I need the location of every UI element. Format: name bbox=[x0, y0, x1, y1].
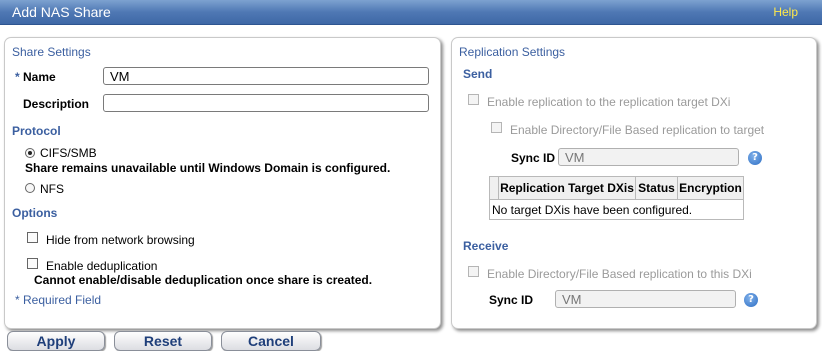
send-dir-file-checkbox[interactable] bbox=[491, 122, 502, 133]
table-empty-message: No target DXis have been configured. bbox=[492, 203, 693, 217]
column-header-encryption: Encryption bbox=[677, 177, 743, 199]
dedup-note: Cannot enable/disable deduplication once… bbox=[34, 273, 373, 287]
name-label: * Name bbox=[15, 70, 56, 84]
receive-sync-id-input[interactable] bbox=[555, 290, 736, 308]
receive-dir-file-checkbox[interactable] bbox=[468, 266, 479, 277]
dedup-label: Enable deduplication bbox=[46, 259, 158, 273]
send-heading: Send bbox=[463, 67, 493, 81]
send-dir-file-label: Enable Directory/File Based replication … bbox=[510, 123, 765, 137]
required-field-note: * Required Field bbox=[15, 293, 102, 307]
protocol-heading: Protocol bbox=[12, 124, 61, 138]
reset-button[interactable]: Reset bbox=[114, 331, 212, 351]
receive-heading: Receive bbox=[463, 239, 509, 253]
share-settings-title: Share Settings bbox=[12, 45, 91, 59]
receive-dir-file-label: Enable Directory/File Based replication … bbox=[487, 267, 752, 281]
help-question-icon[interactable]: ? bbox=[744, 293, 758, 307]
help-question-icon[interactable]: ? bbox=[748, 151, 762, 165]
hide-browsing-label: Hide from network browsing bbox=[46, 233, 195, 247]
replication-targets-table: Replication Target DXis Status Encryptio… bbox=[489, 176, 744, 220]
table-header: Replication Target DXis Status Encryptio… bbox=[490, 177, 743, 200]
enable-replication-label: Enable replication to the replication ta… bbox=[487, 95, 731, 109]
hide-browsing-checkbox[interactable] bbox=[27, 232, 38, 243]
cifs-domain-note: Share remains unavailable until Windows … bbox=[25, 161, 391, 175]
send-sync-id-label: Sync ID bbox=[511, 151, 556, 165]
apply-button[interactable]: Apply bbox=[7, 331, 105, 351]
replication-settings-panel: Replication Settings Send Enable replica… bbox=[451, 37, 817, 329]
send-sync-id-input[interactable] bbox=[558, 148, 739, 166]
description-input[interactable] bbox=[103, 94, 429, 112]
required-mark: * bbox=[15, 70, 20, 84]
window-title: Add NAS Share bbox=[12, 4, 111, 20]
help-link[interactable]: Help bbox=[773, 5, 798, 19]
replication-settings-title: Replication Settings bbox=[459, 45, 566, 59]
cancel-button[interactable]: Cancel bbox=[221, 331, 321, 351]
nfs-radio[interactable] bbox=[25, 183, 35, 193]
description-label: Description bbox=[23, 97, 90, 111]
receive-sync-id-label: Sync ID bbox=[489, 293, 534, 307]
cifs-smb-radio[interactable] bbox=[25, 148, 35, 158]
nfs-label: NFS bbox=[40, 182, 64, 196]
window-titlebar: Add NAS Share Help bbox=[0, 0, 822, 25]
name-input[interactable] bbox=[103, 67, 429, 85]
enable-replication-checkbox[interactable] bbox=[468, 94, 479, 105]
table-header-spacer bbox=[490, 177, 498, 199]
options-heading: Options bbox=[12, 206, 58, 220]
column-header-target: Replication Target DXis bbox=[498, 177, 635, 199]
dedup-checkbox[interactable] bbox=[27, 258, 38, 269]
name-label-text: Name bbox=[23, 70, 56, 84]
cifs-smb-label: CIFS/SMB bbox=[40, 146, 97, 160]
column-header-status: Status bbox=[635, 177, 677, 199]
share-settings-panel: Share Settings * Name Description Protoc… bbox=[4, 37, 441, 329]
